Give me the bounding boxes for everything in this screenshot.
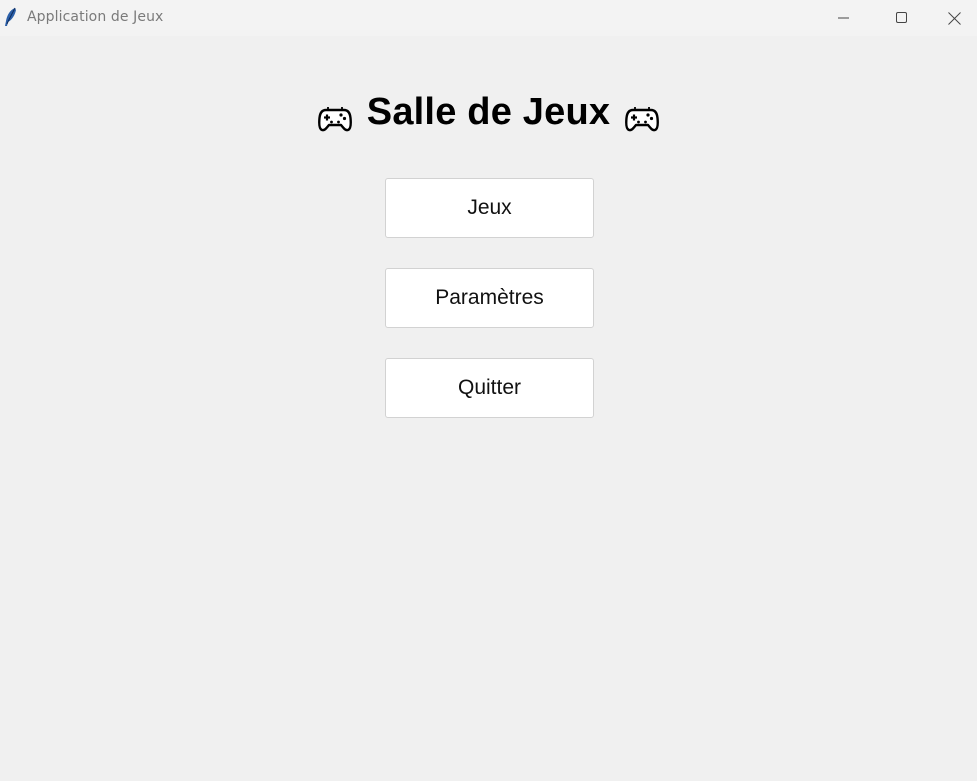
app-window: Application de Jeux Salle de Jeux Jeux P… xyxy=(0,0,977,781)
page-title: Salle de Jeux xyxy=(366,90,611,133)
close-button[interactable] xyxy=(931,0,977,36)
gamepad-icon xyxy=(317,107,352,132)
maximize-button[interactable] xyxy=(873,0,931,36)
games-button[interactable]: Jeux xyxy=(385,178,594,238)
window-title: Application de Jeux xyxy=(27,9,164,25)
settings-button[interactable]: Paramètres xyxy=(385,268,594,328)
main-content: Salle de Jeux Jeux Paramètres Quitter xyxy=(0,36,977,781)
gamepad-icon xyxy=(625,107,660,132)
quit-button[interactable]: Quitter xyxy=(385,358,594,418)
minimize-button[interactable] xyxy=(815,0,873,36)
page-heading: Salle de Jeux xyxy=(0,90,977,140)
close-icon xyxy=(947,11,961,25)
title-bar[interactable]: Application de Jeux xyxy=(0,0,977,36)
feather-icon xyxy=(5,7,16,26)
minimize-icon xyxy=(838,17,849,19)
maximize-icon xyxy=(896,12,907,23)
